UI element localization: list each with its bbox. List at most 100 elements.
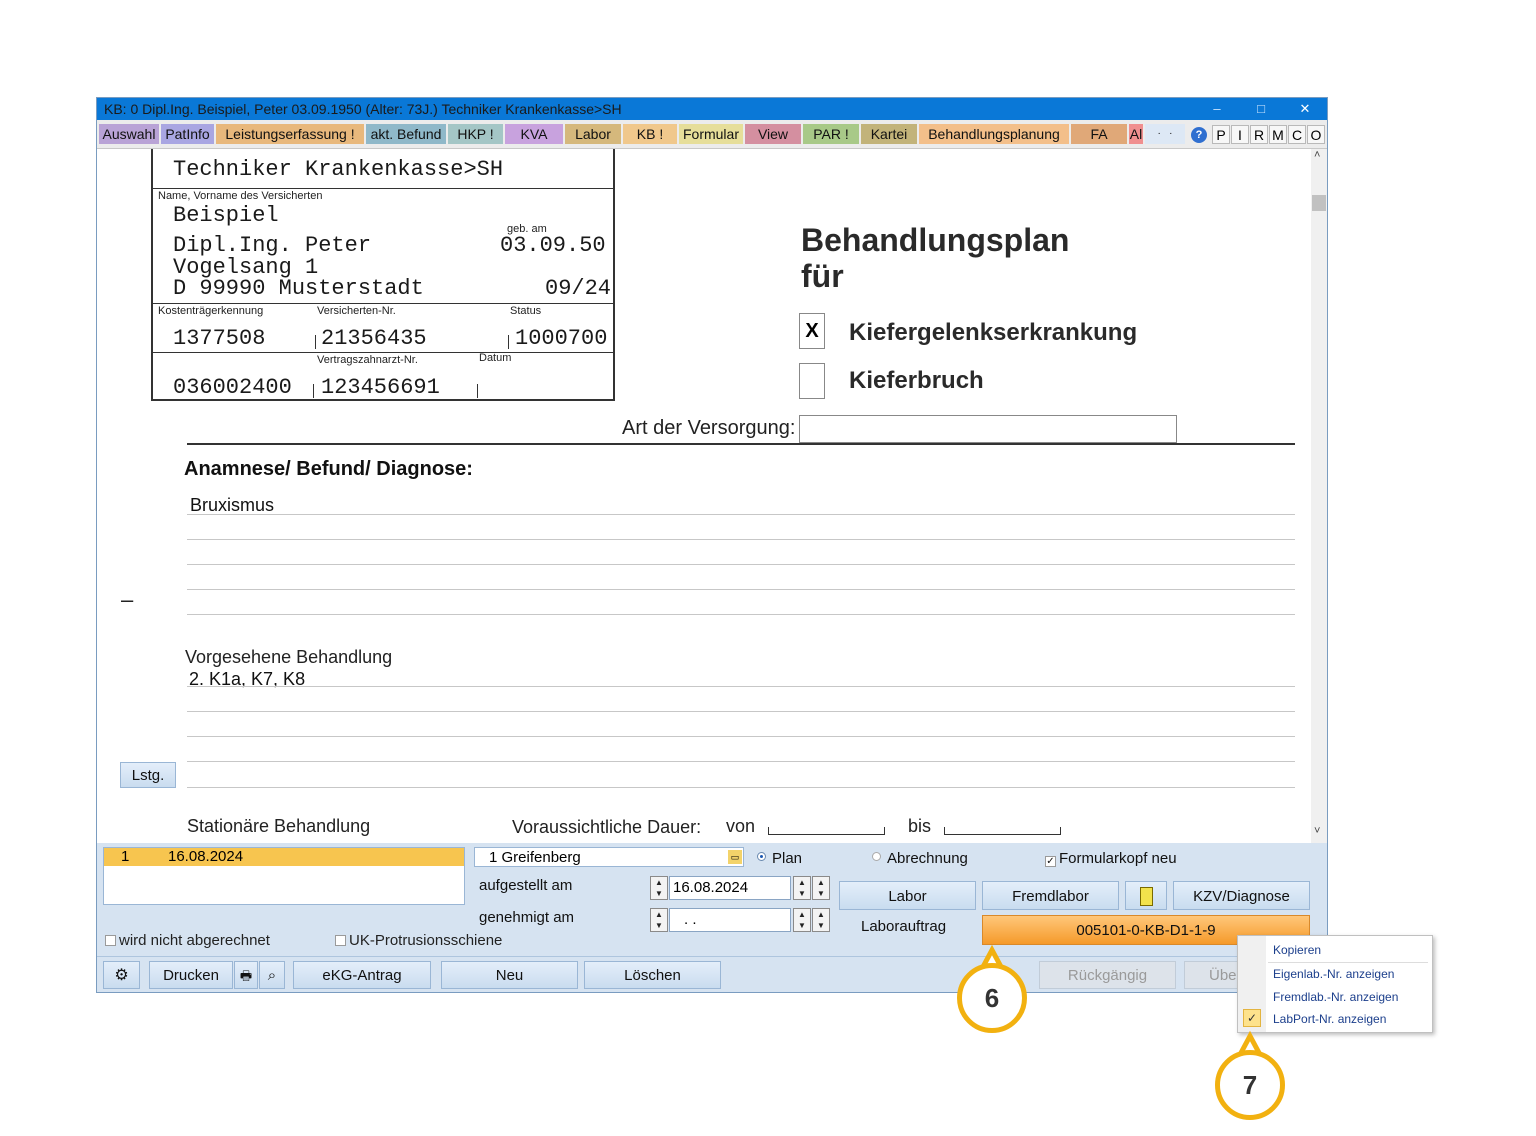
tab-auswahl[interactable]: Auswahl (99, 124, 159, 144)
dauer-label: Voraussichtliche Dauer: (512, 817, 702, 837)
aufgestellt-date-field[interactable]: 16.08.2024 (669, 876, 791, 900)
close-button[interactable]: ✕ (1285, 98, 1325, 120)
tab-leistungserfassung[interactable]: Leistungserfassung ! (216, 124, 364, 144)
tab-patinfo[interactable]: PatInfo (161, 124, 214, 144)
writing-line (187, 539, 1295, 540)
tab-kva[interactable]: KVA (505, 124, 563, 144)
aufgestellt-spinner-right[interactable]: ▲ ▼ (793, 876, 811, 900)
notes-button[interactable] (1125, 881, 1167, 910)
option-kieferbruch: Kieferbruch (849, 367, 984, 394)
option-kiefergelenkserkrankung: Kiefergelenkserkrankung (849, 319, 1138, 346)
ekg-antrag-button[interactable]: eKG-Antrag (293, 961, 431, 989)
divider (477, 384, 478, 398)
tab-behandlungsplanung[interactable]: Behandlungsplanung (919, 124, 1069, 144)
patient-city: D 99990 Musterstadt (173, 276, 424, 301)
genehmigt-spinner-right2[interactable]: ▲ ▼ (812, 908, 830, 932)
anamnese-text[interactable]: Bruxismus (190, 495, 274, 516)
checkbox-kiefergelenkserkrankung[interactable]: X (799, 313, 825, 349)
vertical-scrollbar[interactable]: ˄ ˅ (1311, 149, 1327, 843)
bis-field[interactable] (944, 827, 1061, 835)
versicherten-value: 21356435 (321, 326, 427, 351)
tab-kb[interactable]: KB ! (623, 124, 677, 144)
window-title: KB: 0 Dipl.Ing. Beispiel, Peter 03.09.19… (104, 101, 622, 117)
divider (313, 384, 314, 398)
menu-item-kopieren[interactable]: Kopieren (1273, 943, 1321, 957)
fremdlabor-button[interactable]: Fremdlabor (982, 881, 1119, 910)
von-field[interactable] (768, 827, 885, 835)
divider (315, 335, 316, 349)
tab-fa[interactable]: FA (1071, 124, 1127, 144)
scroll-thumb[interactable] (1312, 195, 1326, 211)
uebernehmen-button[interactable]: Übe (1184, 961, 1244, 989)
lstg-button[interactable]: Lstg. (120, 762, 176, 788)
tab-labor[interactable]: Labor (565, 124, 621, 144)
tab-akt-befund[interactable]: akt. Befund (366, 124, 446, 144)
formularkopf-label: Formularkopf neu (1059, 850, 1177, 867)
bottom-panel: 1 16.08.2024 1 Greifenberg ▭ Plan Abrech… (97, 843, 1327, 992)
tab-letter-o[interactable]: O (1307, 125, 1325, 144)
menu-item-fremdlab[interactable]: Fremdlab.-Nr. anzeigen (1273, 990, 1398, 1004)
card-valid: 09/24 (545, 276, 612, 301)
genehmigt-label: genehmigt am (479, 909, 575, 926)
tab-kartei[interactable]: Kartei (861, 124, 917, 144)
tab-hkp[interactable]: HKP ! (448, 124, 503, 144)
checkbox-box (335, 935, 346, 946)
tab-al[interactable]: Al (1129, 124, 1143, 144)
collapse-dash[interactable]: – (121, 587, 133, 613)
list-item-selected[interactable]: 1 16.08.2024 (104, 848, 464, 866)
tab-letter-i[interactable]: I (1231, 125, 1249, 144)
help-icon[interactable]: ? (1191, 127, 1207, 143)
vorgesehene-behandlung-label: Vorgesehene Behandlung (185, 647, 393, 667)
genehmigt-spinner-left[interactable]: ▲ ▼ (650, 908, 668, 932)
minimize-button[interactable]: – (1197, 98, 1237, 120)
callout-6: 6 (957, 963, 1027, 1033)
neu-button[interactable]: Neu (441, 961, 578, 989)
location-select[interactable]: 1 Greifenberg ▭ (474, 847, 744, 867)
name-label: Name, Vorname des Versicherten (158, 190, 323, 202)
writing-line (187, 787, 1295, 788)
tab-par[interactable]: PAR ! (803, 124, 859, 144)
radio-plan-label: Plan (772, 850, 803, 867)
tab-letter-c[interactable]: C (1288, 125, 1306, 144)
tab-scroll-arrows[interactable]: · · (1145, 124, 1185, 144)
aufgestellt-spinner-left[interactable]: ▲ ▼ (650, 876, 668, 900)
labor-button[interactable]: Labor (839, 881, 976, 910)
divider (151, 303, 615, 304)
tab-letter-p[interactable]: P (1212, 125, 1230, 144)
art-der-versorgung-label: Art der Versorgung: (622, 417, 796, 439)
scroll-down-icon[interactable]: ˅ (1314, 825, 1320, 837)
loeschen-button[interactable]: Löschen (584, 961, 721, 989)
genehmigt-spinner-right[interactable]: ▲ ▼ (793, 908, 811, 932)
folder-icon[interactable]: ▭ (728, 850, 742, 864)
search-icon[interactable]: ⌕ (259, 961, 285, 989)
wird-nicht-label: wird nicht abgerechnet (119, 932, 270, 949)
art-der-versorgung-field[interactable] (799, 415, 1177, 443)
aufgestellt-spinner-right2[interactable]: ▲ ▼ (812, 876, 830, 900)
rueckgaengig-button[interactable]: Rückgängig (1039, 961, 1176, 989)
wird-nicht-abgerechnet-checkbox[interactable]: wird nicht abgerechnet (105, 932, 270, 949)
menu-item-eigenlab[interactable]: Eigenlab.-Nr. anzeigen (1273, 967, 1394, 981)
radio-abrechnung[interactable] (872, 852, 881, 861)
writing-line (187, 736, 1295, 737)
kzv-diagnose-button[interactable]: KZV/Diagnose (1173, 881, 1310, 910)
printer-icon[interactable]: 🖶 (234, 961, 258, 989)
tab-letter-m[interactable]: M (1269, 125, 1287, 144)
status-value: 1000700 (515, 326, 608, 351)
tab-formular[interactable]: Formular (679, 124, 743, 144)
maximize-button[interactable]: □ (1241, 98, 1281, 120)
tab-letter-r[interactable]: R (1250, 125, 1268, 144)
radio-plan[interactable] (757, 852, 766, 861)
drucken-button[interactable]: Drucken (149, 961, 233, 989)
settings-gear-icon[interactable]: ⚙ (103, 961, 140, 989)
von-label: von (726, 816, 756, 836)
checkmark-icon: ✓ (1045, 856, 1056, 867)
laborauftrag-label: Laborauftrag (861, 918, 947, 935)
uk-protrusion-checkbox[interactable]: UK-Protrusionsschiene (335, 932, 502, 949)
scroll-up-icon[interactable]: ˄ (1314, 149, 1320, 161)
genehmigt-date-field[interactable]: . . (669, 908, 791, 932)
tab-view[interactable]: View (745, 124, 801, 144)
checkbox-kieferbruch[interactable] (799, 363, 825, 399)
menu-item-labport[interactable]: LabPort-Nr. anzeigen (1273, 1012, 1386, 1026)
formularkopf-checkbox[interactable]: ✓ Formularkopf neu (1045, 850, 1177, 867)
vertragszahnarzt-label: Vertragszahnarzt-Nr. (317, 354, 418, 366)
